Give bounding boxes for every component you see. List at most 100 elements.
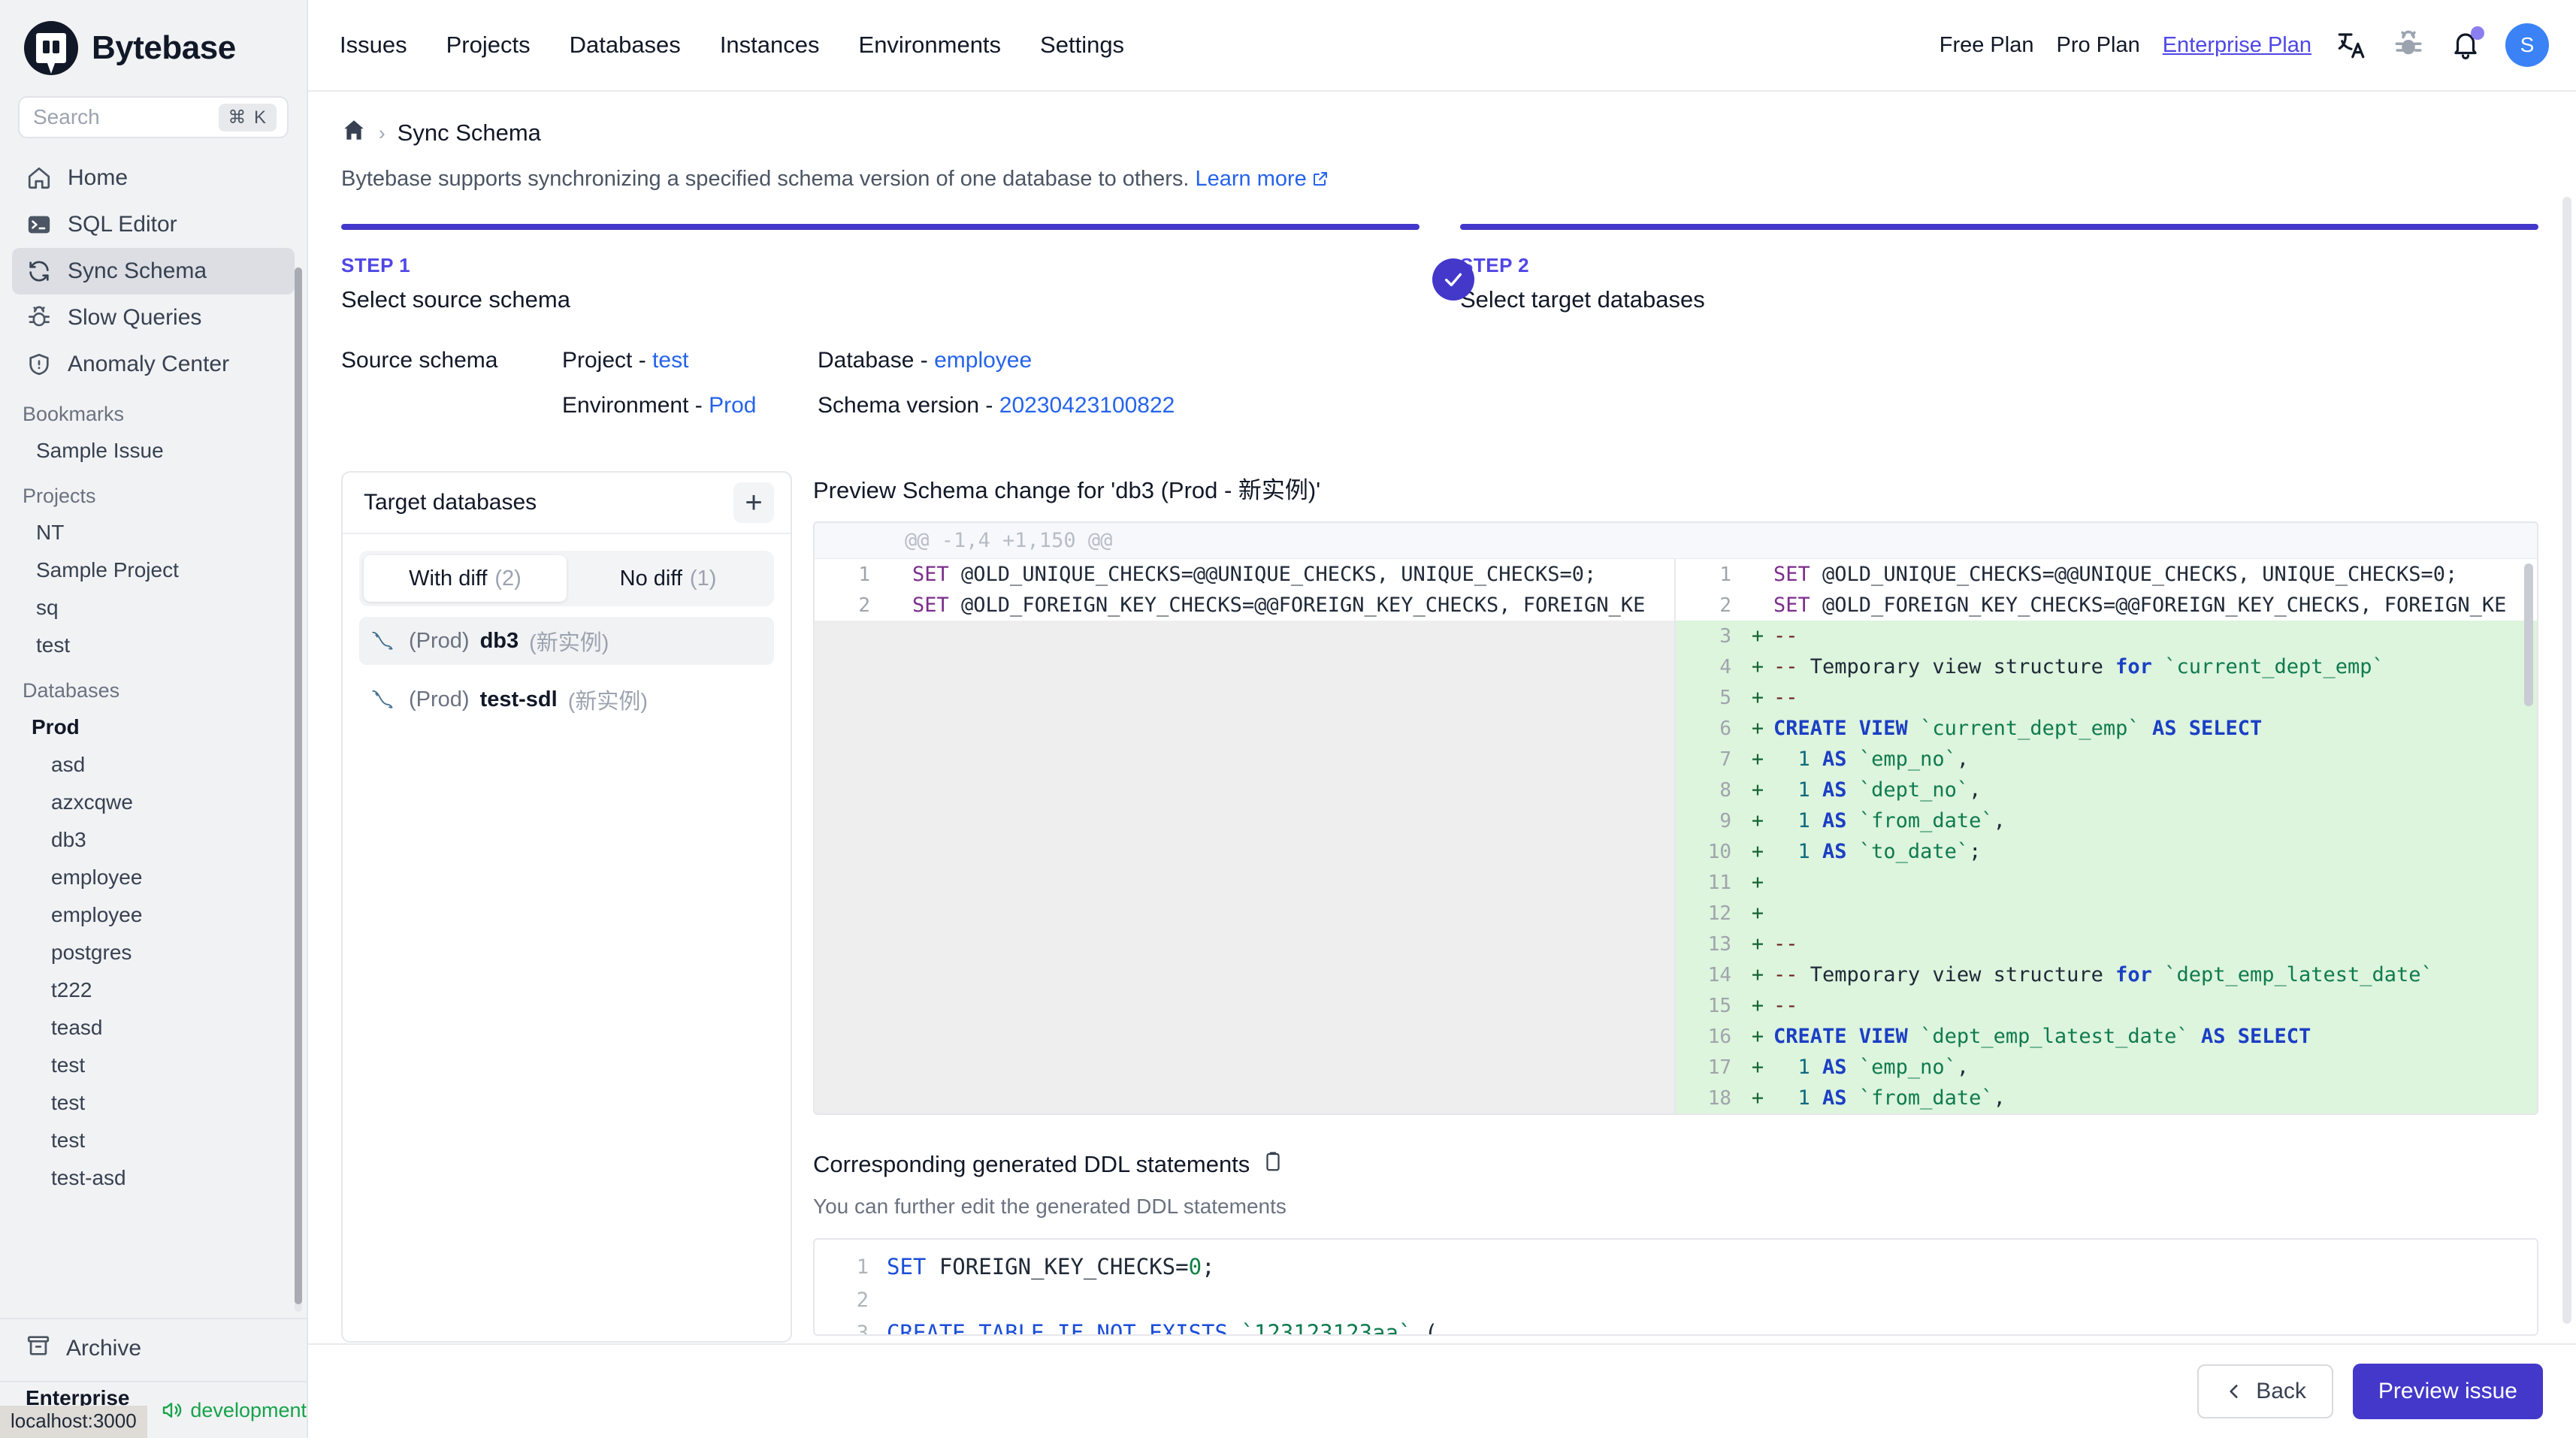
top-bar: Issues Projects Databases Instances Envi…: [308, 0, 2576, 92]
sidebar-item-sql-editor[interactable]: SQL Editor: [12, 201, 295, 248]
database-item[interactable]: db3: [0, 821, 307, 859]
sidebar-item-label: Sync Schema: [68, 258, 207, 283]
bug-icon: [26, 304, 53, 331]
diff-line-empty: [815, 621, 1674, 651]
avatar[interactable]: S: [2505, 23, 2549, 67]
panels: Target databases + With diff (2) No diff…: [341, 471, 2538, 1343]
clipboard-icon[interactable]: [1262, 1149, 1284, 1180]
back-button-label: Back: [2256, 1379, 2306, 1403]
diff-line: 6 + CREATE VIEW `current_dept_emp` AS SELE…: [1676, 713, 2537, 744]
source-schema-label: Source schema: [341, 348, 498, 373]
project-item[interactable]: sq: [0, 589, 307, 627]
main-scrollbar-track[interactable]: [2562, 197, 2571, 1324]
database-value[interactable]: employee: [934, 348, 1032, 373]
shield-alert-icon: [26, 351, 53, 378]
tab-no-diff-label: No diff: [619, 566, 682, 591]
diff-viewer: @@ -1,4 +1,150 @@ 1 SET @OLD_UNIQUE_CHECK…: [813, 521, 2538, 1115]
sidebar-item-sync-schema[interactable]: Sync Schema: [12, 248, 295, 295]
tab-instances[interactable]: Instances: [720, 32, 820, 59]
ddl-editor[interactable]: 1 SET FOREIGN_KEY_CHECKS=0; 2 3 CREATE TABLE…: [813, 1238, 2538, 1336]
step-1-bar: [341, 224, 1420, 230]
diff-line: 13 + --: [1676, 929, 2537, 959]
diff-left-pane: 1 SET @OLD_UNIQUE_CHECKS=@@UNIQUE_CHECKS,…: [815, 559, 1676, 1113]
tab-with-diff-count: (2): [494, 566, 522, 591]
plus-icon[interactable]: +: [733, 482, 774, 523]
projects-section-title: Projects: [23, 485, 96, 507]
target-database-env: (Prod): [409, 687, 470, 711]
database-env-prod[interactable]: Prod: [0, 708, 307, 746]
project-item[interactable]: NT: [0, 514, 307, 551]
diff-line-empty: [815, 713, 1674, 744]
database-item[interactable]: employee: [0, 896, 307, 934]
database-item[interactable]: teasd: [0, 1009, 307, 1047]
tab-no-diff[interactable]: No diff (1): [567, 555, 769, 602]
database-item[interactable]: azxcqwe: [0, 784, 307, 821]
sidebar-item-label: SQL Editor: [68, 212, 177, 237]
project-item[interactable]: Sample Project: [0, 551, 307, 589]
sidebar-item-slow-queries[interactable]: Slow Queries: [12, 295, 295, 341]
preview-issue-button[interactable]: Preview issue: [2352, 1364, 2543, 1419]
database-item[interactable]: employee: [0, 859, 307, 896]
diff-line-empty: [815, 898, 1674, 929]
target-database-item-test-sdl[interactable]: (Prod) test-sdl (新实例): [359, 675, 774, 724]
sidebar-item-archive[interactable]: Archive: [0, 1318, 307, 1381]
top-navigation: Issues Projects Databases Instances Envi…: [340, 32, 1124, 59]
back-button[interactable]: Back: [2197, 1364, 2333, 1418]
source-schema-col-2: Database - employee Schema version - 202…: [818, 348, 1193, 438]
database-item[interactable]: postgres: [0, 934, 307, 971]
bug-icon[interactable]: [2391, 28, 2426, 62]
status-tooltip: localhost:3000: [0, 1406, 147, 1438]
bookmark-item-sample-issue[interactable]: Sample Issue: [0, 432, 307, 470]
step-1[interactable]: STEP 1 Select source schema: [341, 224, 1420, 313]
database-item[interactable]: t222: [0, 971, 307, 1009]
home-icon[interactable]: [341, 117, 367, 149]
brand-logo[interactable]: Bytebase: [0, 0, 307, 92]
database-item[interactable]: test: [0, 1084, 307, 1122]
diff-line: 18 + 1 AS `from_date`,: [1676, 1083, 2537, 1113]
database-item[interactable]: test-asd: [0, 1159, 307, 1197]
project-item[interactable]: test: [0, 627, 307, 664]
database-item[interactable]: test: [0, 1047, 307, 1084]
step-2[interactable]: STEP 2 Select target databases: [1460, 224, 2538, 313]
sidebar-item-home[interactable]: Home: [12, 155, 295, 201]
main-area: Issues Projects Databases Instances Envi…: [308, 0, 2576, 1438]
database-item[interactable]: asd: [0, 746, 307, 784]
diff-line-empty: [815, 867, 1674, 898]
preview-issue-label: Preview issue: [2378, 1379, 2517, 1403]
home-icon: [26, 165, 53, 192]
database-label: Database -: [818, 348, 928, 373]
diff-line: 8 + 1 AS `dept_no`,: [1676, 775, 2537, 805]
plan-link-pro[interactable]: Pro Plan: [2056, 33, 2139, 58]
diff-line: 14 + -- Temporary view structure for `dept…: [1676, 959, 2537, 990]
tab-with-diff[interactable]: With diff (2): [364, 555, 567, 602]
external-link-icon[interactable]: [1311, 169, 1329, 194]
diff-line-empty: [815, 929, 1674, 959]
target-database-item-db3[interactable]: (Prod) db3 (新实例): [359, 617, 774, 665]
project-value[interactable]: test: [652, 348, 688, 373]
tab-projects[interactable]: Projects: [446, 32, 531, 59]
bell-icon[interactable]: [2448, 26, 2484, 62]
learn-more-link[interactable]: Learn more: [1196, 167, 1307, 191]
sidebar-item-anomaly-center[interactable]: Anomaly Center: [12, 341, 295, 388]
tab-environments[interactable]: Environments: [859, 32, 1002, 59]
environment-value[interactable]: Prod: [709, 393, 756, 418]
plan-link-enterprise[interactable]: Enterprise Plan: [2163, 33, 2311, 58]
translate-icon[interactable]: [2334, 28, 2369, 62]
schema-version-value[interactable]: 20230423100822: [999, 393, 1175, 418]
page-description: Bytebase supports synchronizing a specif…: [341, 167, 2538, 194]
sidebar-scrollbar-thumb[interactable]: [295, 267, 302, 1304]
tab-issues[interactable]: Issues: [340, 32, 407, 59]
database-item[interactable]: test: [0, 1122, 307, 1159]
plan-link-free[interactable]: Free Plan: [1940, 33, 2034, 58]
tab-settings[interactable]: Settings: [1040, 32, 1124, 59]
diff-line: 2 SET @OLD_FOREIGN_KEY_CHECKS=@@FOREIGN_K…: [815, 590, 1674, 621]
search-input[interactable]: Search ⌘ K: [18, 96, 289, 138]
sidebar-item-label: Slow Queries: [68, 305, 202, 330]
check-icon: [1432, 258, 1474, 301]
target-databases-header: Target databases +: [343, 473, 791, 534]
target-database-name: test-sdl: [479, 687, 558, 711]
target-databases-panel: Target databases + With diff (2) No diff…: [341, 471, 792, 1343]
tab-databases[interactable]: Databases: [570, 32, 681, 59]
diff-scrollbar-thumb[interactable]: [2524, 563, 2533, 706]
page-content: › Sync Schema Bytebase supports synchron…: [308, 92, 2576, 1438]
